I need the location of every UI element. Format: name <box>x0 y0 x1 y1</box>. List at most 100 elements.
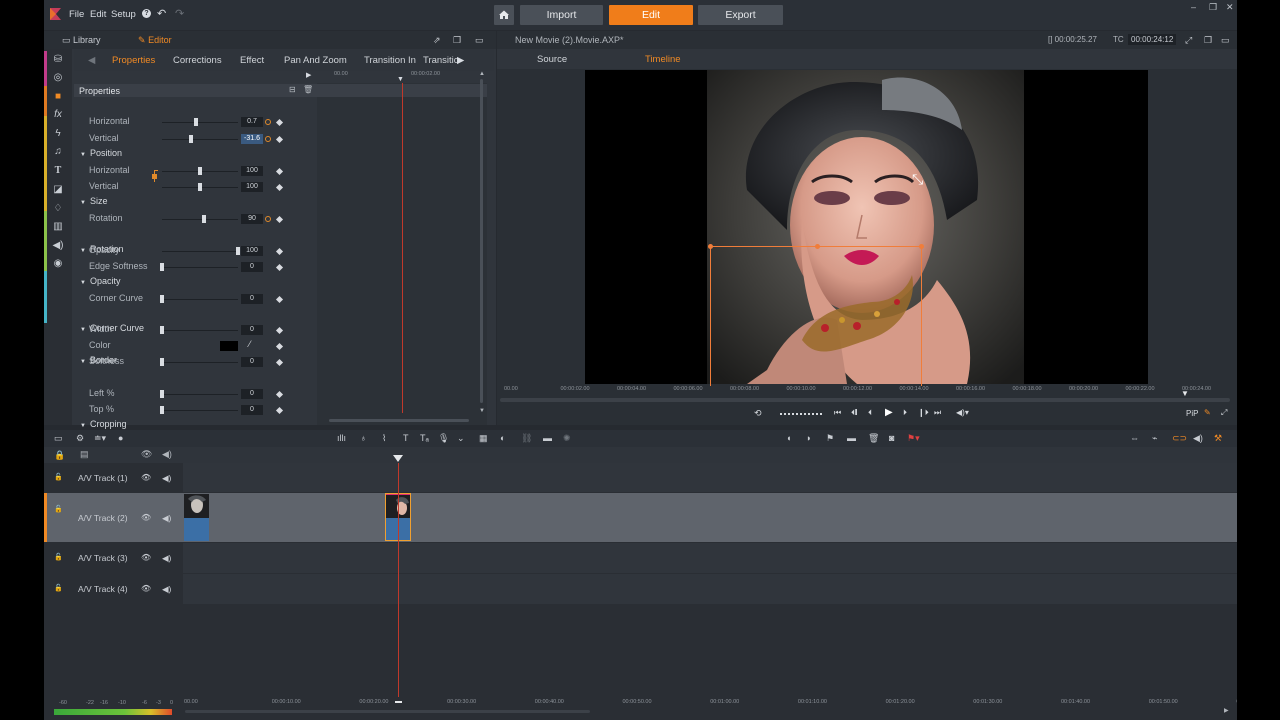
filmstrip-icon[interactable]: ▥ <box>52 221 64 233</box>
export-button[interactable]: Export <box>698 5 783 25</box>
snap-icon[interactable]: ⌁ <box>1152 433 1157 444</box>
pip-label[interactable]: PiP <box>1186 409 1198 418</box>
property-value-input[interactable]: 0 <box>241 357 263 367</box>
keyframe-diamond-icon[interactable] <box>275 342 284 351</box>
crop-selection-box[interactable] <box>708 244 924 386</box>
volume-icon[interactable]: ◀)▾ <box>956 408 969 417</box>
tab-pan-and-zoom[interactable]: Pan And Zoom <box>284 55 347 66</box>
timeline-ruler-playhead[interactable] <box>395 701 402 703</box>
ripple-icon[interactable]: ⊂⊃ <box>1172 433 1187 444</box>
fullscreen-icon[interactable]: ⤢ <box>1185 35 1192 46</box>
property-slider[interactable] <box>162 122 238 123</box>
detach-icon[interactable]: ⇗ <box>433 35 441 46</box>
track-options-icon[interactable]: ≐▾ <box>94 433 106 444</box>
overlay-icon[interactable]: ◪ <box>52 184 64 196</box>
video-preview[interactable]: ⤡ <box>585 70 1148 386</box>
keyframe-playhead-icon[interactable]: ▼ <box>397 76 404 83</box>
property-slider[interactable] <box>162 251 238 252</box>
tab-transition-out[interactable]: Transitic <box>423 55 459 66</box>
collapse-arrow-icon[interactable]: ▶ <box>306 71 311 79</box>
keyframe-scrollbar[interactable]: ▲ ▼ <box>479 71 485 419</box>
sound-icon[interactable]: ◀) <box>52 240 64 252</box>
import-button[interactable]: Import <box>520 5 603 25</box>
property-value-input[interactable]: 0 <box>241 325 263 335</box>
keyframe-diamond-icon[interactable] <box>275 406 284 415</box>
storyboard-icon[interactable]: ▭ <box>54 433 63 444</box>
home-button[interactable] <box>494 5 514 25</box>
camera-icon[interactable]: ◙ <box>889 433 894 443</box>
folder-icon[interactable]: ■ <box>52 91 64 103</box>
preview-scrub-track[interactable] <box>500 398 1230 402</box>
keyframe-diamond-icon[interactable] <box>275 135 284 144</box>
lock-icon[interactable]: 🔓 <box>54 584 63 592</box>
tab-corrections[interactable]: Corrections <box>173 55 222 66</box>
tab-effect[interactable]: Effect <box>240 55 264 66</box>
music-icon[interactable]: ♫ <box>52 146 64 158</box>
visibility-all-icon[interactable]: 👁 <box>141 449 152 460</box>
lock-icon[interactable]: 🔓 <box>54 505 63 513</box>
forward-icon[interactable]: ⏵ <box>903 408 907 418</box>
preview-layout-icon[interactable]: ▭ <box>1221 35 1230 46</box>
split-icon[interactable]: ⌇ <box>382 433 386 444</box>
clip-icon[interactable]: ▬ <box>847 433 856 443</box>
track-header[interactable]: 🔓 A/V Track (3) 👁 ◀) <box>44 543 183 573</box>
property-value-input[interactable]: 0 <box>241 389 263 399</box>
property-value-input[interactable]: 0 <box>241 262 263 272</box>
track-lane[interactable] <box>183 463 1237 492</box>
keyframe-diamond-icon[interactable] <box>275 118 284 127</box>
slider-thumb[interactable] <box>198 167 202 175</box>
scroll-thumb[interactable] <box>480 79 483 403</box>
go-to-end-icon[interactable]: ⏭ <box>934 408 941 418</box>
trash-icon[interactable]: 🗑 <box>868 433 879 444</box>
tabs-scroll-left-icon[interactable]: ◀ <box>88 55 95 66</box>
slider-thumb[interactable] <box>160 263 164 271</box>
float-icon[interactable]: ❐ <box>453 35 461 46</box>
slider-thumb[interactable] <box>189 135 193 143</box>
track-header[interactable]: 🔓 A/V Track (4) 👁 ◀) <box>44 574 183 604</box>
keyframe-diamond-icon[interactable] <box>275 215 284 224</box>
property-value-input[interactable]: 0 <box>241 294 263 304</box>
undo-icon[interactable]: ↶ <box>157 7 166 20</box>
video-clip[interactable] <box>184 494 209 541</box>
property-slider[interactable] <box>162 362 238 363</box>
audio-all-icon[interactable]: ◀) <box>162 449 172 460</box>
play-icon[interactable]: ▶ <box>885 407 893 418</box>
multicam-icon[interactable]: ▦ <box>479 433 488 444</box>
mark-out-icon[interactable]: ◗ <box>806 433 811 443</box>
property-slider[interactable] <box>162 330 238 331</box>
property-value-input[interactable]: 100 <box>241 166 263 176</box>
keyframe-link-icon[interactable] <box>265 119 271 125</box>
timeline-playhead-handle[interactable] <box>393 455 403 463</box>
title-icon[interactable]: T <box>52 165 64 177</box>
menu-file[interactable]: File <box>69 9 84 20</box>
property-slider[interactable] <box>162 139 238 140</box>
selection-handle[interactable] <box>815 244 820 249</box>
go-to-start-icon[interactable]: ⏮ <box>834 408 841 418</box>
flag-icon[interactable]: ⚑▾ <box>907 433 920 444</box>
close-icon[interactable]: ✕ <box>1226 2 1234 13</box>
property-slider[interactable] <box>162 394 238 395</box>
slider-thumb[interactable] <box>160 326 164 334</box>
slider-thumb[interactable] <box>202 215 206 223</box>
slider-thumb[interactable] <box>236 247 240 255</box>
scene-icon[interactable]: ♁ <box>360 433 367 443</box>
property-value-input[interactable]: 100 <box>241 182 263 192</box>
lock-icon[interactable]: 🔓 <box>54 473 63 481</box>
slider-thumb[interactable] <box>160 390 164 398</box>
border-color-swatch[interactable] <box>220 341 238 351</box>
section-header-position[interactable]: ▼ Position <box>80 148 122 162</box>
keyframe-diamond-icon[interactable] <box>275 183 284 192</box>
property-slider[interactable] <box>162 410 238 411</box>
slider-thumb[interactable] <box>198 183 202 191</box>
timeline-ruler[interactable]: 00.00 00:00:10.00 00:00:20.00 00:00:30.00 00… <box>44 697 1237 720</box>
keyframe-diamond-icon[interactable] <box>275 390 284 399</box>
lock-icon[interactable]: 🔓 <box>54 553 63 561</box>
section-collapse-icon[interactable]: ▼ <box>80 280 86 286</box>
editor-tab[interactable]: ✎ Editor <box>138 35 172 46</box>
timeline-settings-icon[interactable]: ⚙ <box>76 433 84 444</box>
subtitle-icon[interactable]: Tₐ <box>420 433 429 443</box>
delete-icon[interactable]: 🗑 <box>303 85 313 94</box>
track-header[interactable]: 🔓 A/V Track (1) 👁 ◀) <box>44 463 183 492</box>
tab-source[interactable]: Source <box>537 54 567 65</box>
reset-icon[interactable]: ⊟ <box>289 85 296 94</box>
